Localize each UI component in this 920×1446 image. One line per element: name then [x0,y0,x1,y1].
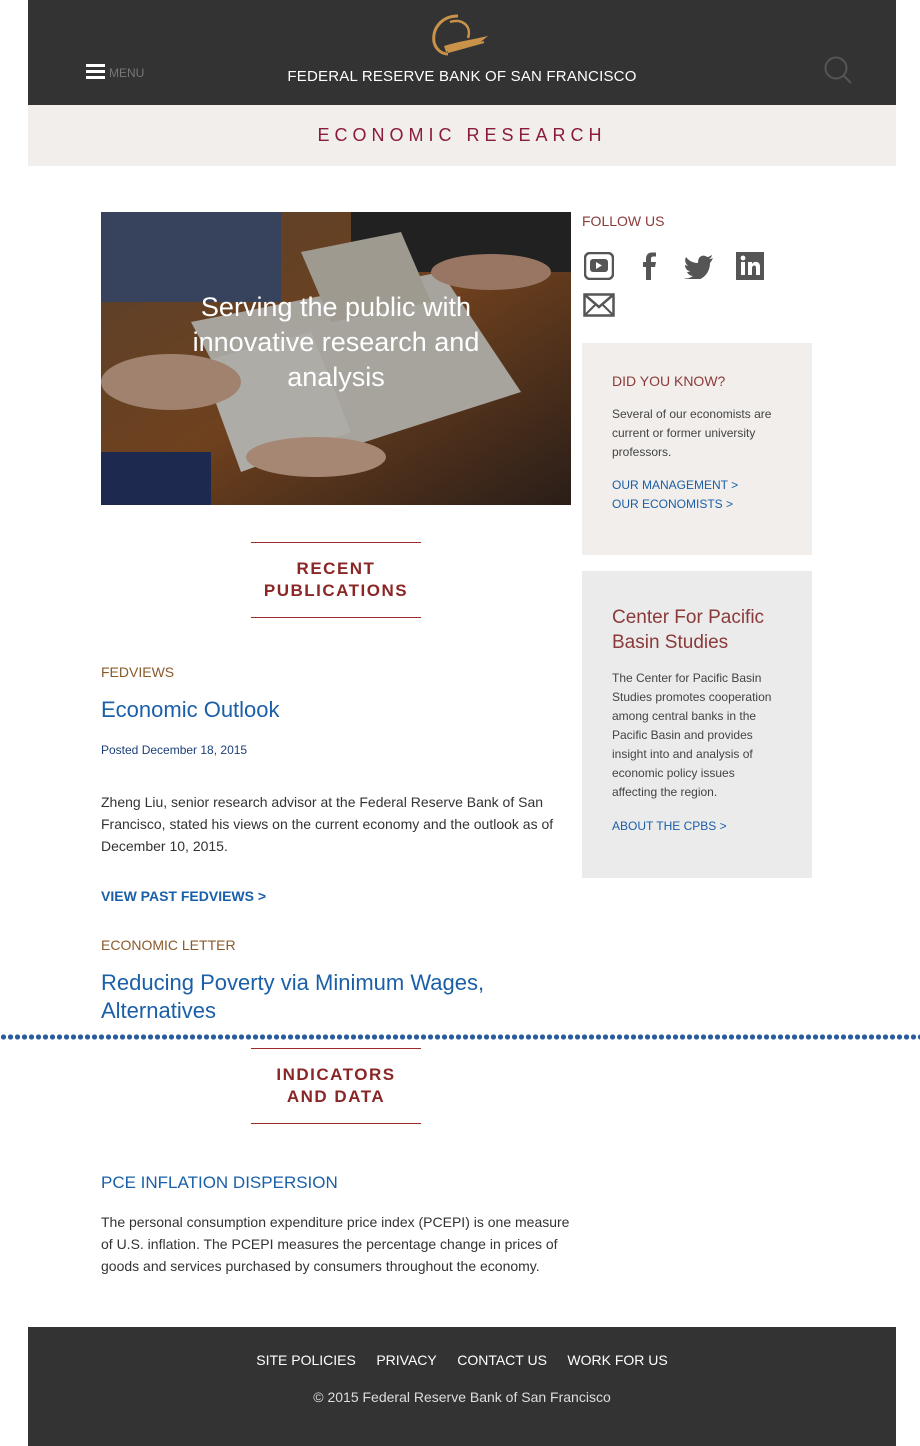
footer-link-contact-us[interactable]: CONTACT US [457,1352,547,1368]
section-banner: ECONOMIC RESEARCH [28,105,896,166]
pce-inflation-link[interactable]: PCE INFLATION DISPERSION [101,1172,338,1194]
email-icon[interactable] [583,293,615,317]
pce-inflation-summary: The personal consumption expenditure pri… [101,1214,570,1274]
fedviews-summary: Zheng Liu, senior research advisor at th… [101,794,554,854]
cpbs-body: The Center for Pacific Basin Studies pro… [612,671,772,799]
cpbs-card: Center For Pacific Basin Studies The Cen… [582,571,812,878]
indicators-heading-line2: AND DATA [286,1087,386,1106]
did-you-know-title: DID YOU KNOW? [612,373,726,389]
site-header: MENU FEDERAL RESERVE BANK OF SAN FRANCIS… [28,0,896,105]
fedviews-posted-date: Posted December 18, 2015 [101,743,248,757]
hero-caption: Serving the public with innovative resea… [192,292,480,392]
recent-publications-line2: PUBLICATIONS [263,581,409,600]
our-economists-link[interactable]: OUR ECONOMISTS > [612,497,733,511]
footer-link-work-for-us[interactable]: WORK FOR US [567,1352,667,1368]
cpbs-title[interactable]: Center For Pacific Basin Studies [612,605,792,655]
facebook-icon[interactable] [640,252,658,280]
indicators-heading: INDICATORS AND DATA [251,1048,421,1124]
search-icon[interactable] [824,56,852,84]
site-footer: SITE POLICIES PRIVACY CONTACT US WORK FO… [28,1327,896,1446]
hero-image[interactable]: Serving the public with innovative resea… [101,212,571,505]
site-title[interactable]: FEDERAL RESERVE BANK OF SAN FRANCISCO [28,68,896,85]
fedviews-title-link[interactable]: Economic Outlook [101,696,280,724]
view-past-fedviews-link[interactable]: VIEW PAST FEDVIEWS > [101,888,266,904]
our-management-link[interactable]: OUR MANAGEMENT > [612,478,738,492]
footer-links: SITE POLICIES PRIVACY CONTACT US WORK FO… [28,1352,896,1370]
footer-link-privacy[interactable]: PRIVACY [376,1352,436,1368]
did-you-know-body: Several of our economists are current or… [612,407,772,459]
fedviews-category[interactable]: FEDVIEWS [101,664,174,680]
footer-link-site-policies[interactable]: SITE POLICIES [256,1352,356,1368]
indicators-heading-line1: INDICATORS [276,1065,396,1084]
section-title[interactable]: ECONOMIC RESEARCH [317,125,606,145]
economic-letter-category[interactable]: ECONOMIC LETTER [101,937,236,953]
follow-us-label: FOLLOW US [582,213,665,229]
recent-publications-line1: RECENT [296,559,376,578]
twitter-icon[interactable] [684,255,714,279]
recent-publications-heading: RECENT PUBLICATIONS [251,542,421,618]
linkedin-icon[interactable] [736,252,764,280]
copyright: © 2015 Federal Reserve Bank of San Franc… [313,1389,611,1405]
economic-letter-title-line1: Reducing Poverty via Minimum Wages, [101,970,485,995]
did-you-know-card: DID YOU KNOW? Several of our economists … [582,343,812,555]
economic-letter-title-link[interactable]: Reducing Poverty via Minimum Wages, Alte… [101,969,484,1025]
frbsf-eagle-logo[interactable] [428,12,490,58]
about-cpbs-link[interactable]: ABOUT THE CPBS > [612,819,727,833]
youtube-icon[interactable] [584,252,614,280]
economic-letter-title-line2: Alternatives [101,998,216,1023]
screenshot-seam-divider [0,1032,920,1042]
